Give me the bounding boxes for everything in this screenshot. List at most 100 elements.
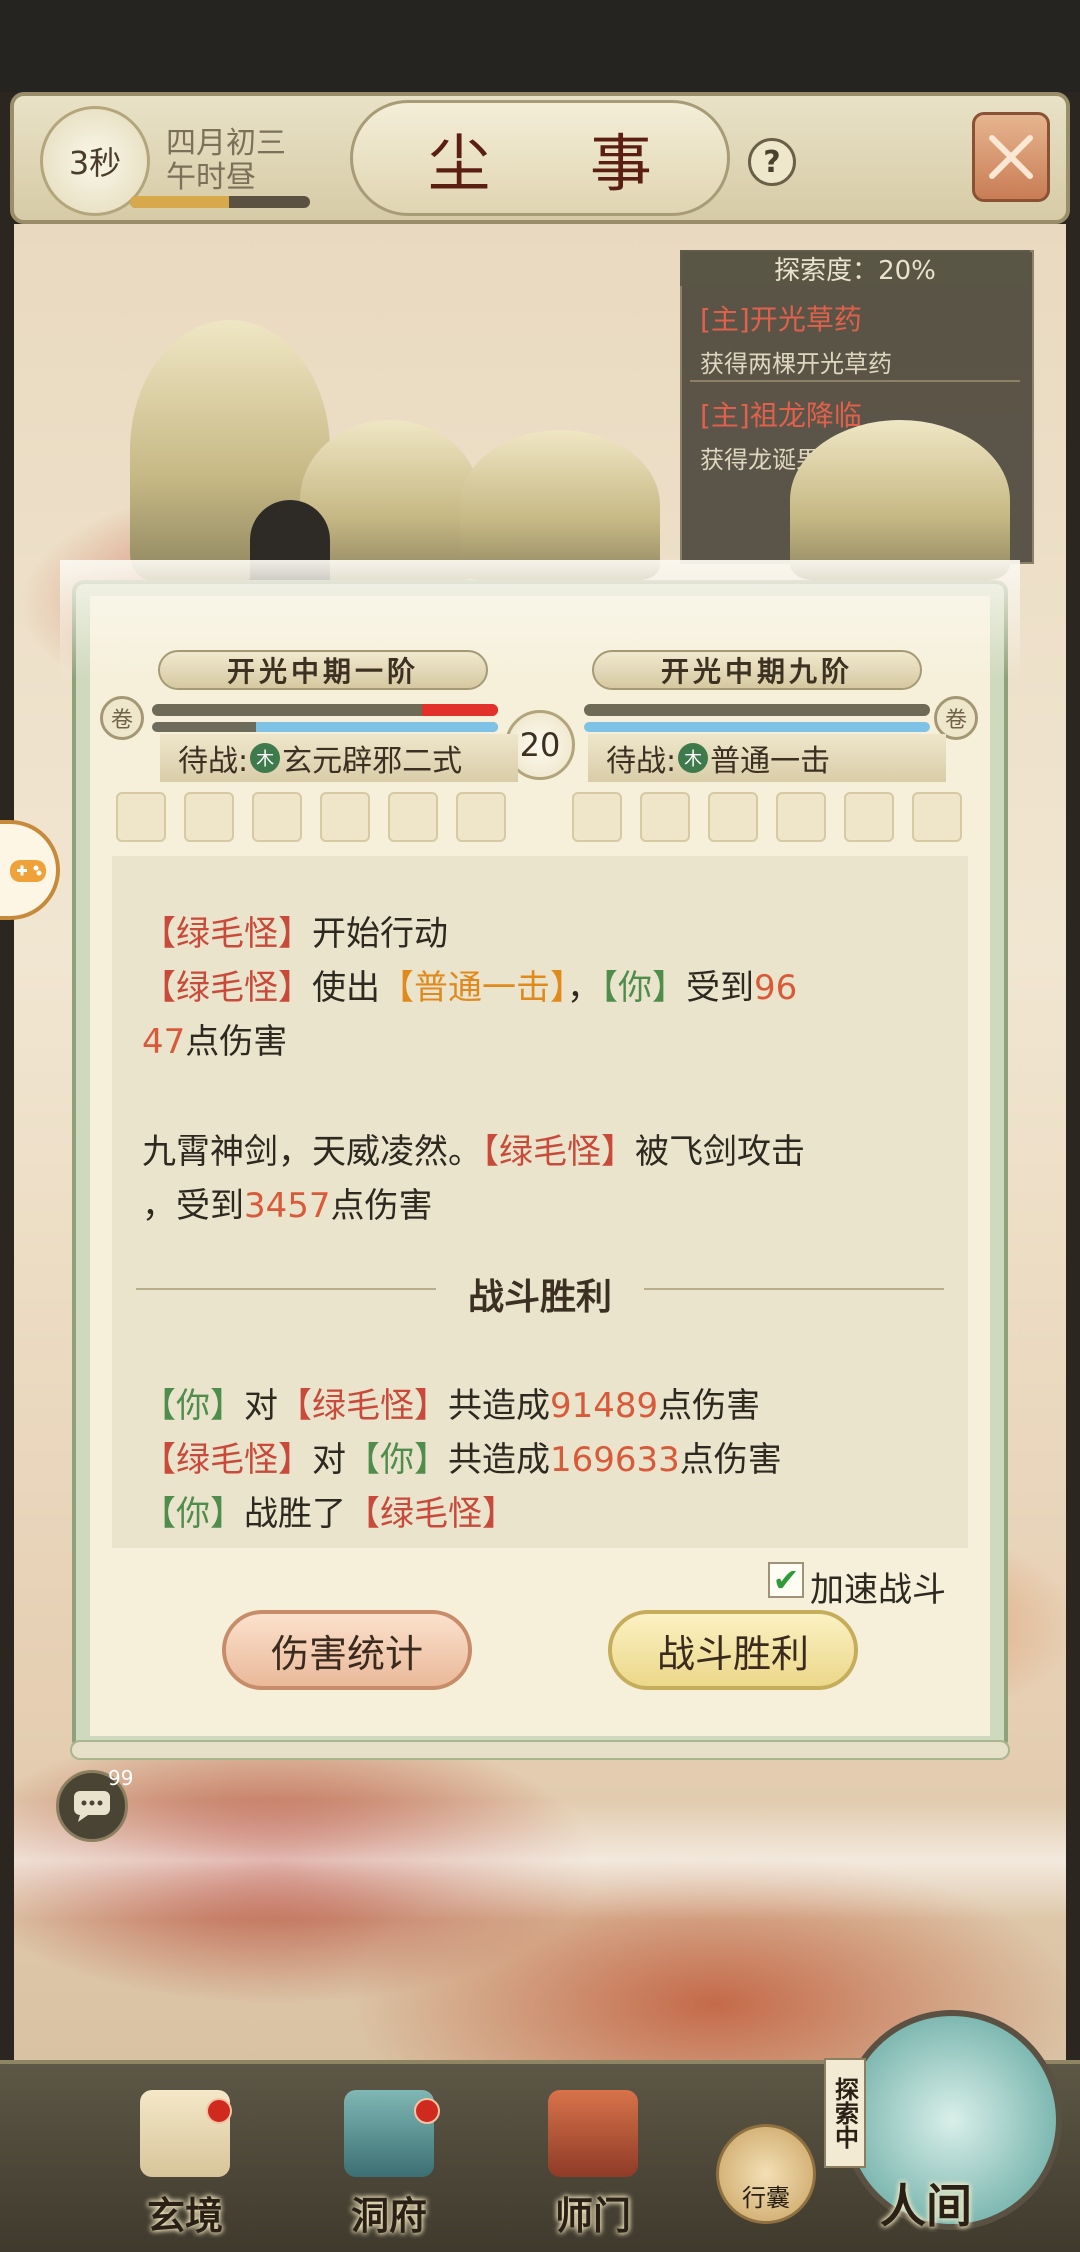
status-bar <box>0 0 1080 92</box>
exploration-progress[interactable]: 探索度：20% <box>680 250 1030 286</box>
gamepad-icon <box>10 860 46 882</box>
player-name: 【你】 <box>142 1386 244 1426</box>
mountain-decoration <box>460 430 660 580</box>
quest-title[interactable]: [主]祖龙降临 <box>700 394 862 434</box>
help-button[interactable]: ? <box>748 138 796 186</box>
log-text: 被飞剑攻击 <box>635 1132 805 1172</box>
wood-element-icon: 木 <box>678 743 709 773</box>
log-text: 点伤害 <box>185 1022 288 1062</box>
scroll-bottom-rod <box>70 1740 1010 1760</box>
summary-line: 【你】对【绿毛怪】共造成91489点伤害 <box>142 1378 760 1427</box>
log-line: 【绿毛怪】开始行动 <box>142 906 448 955</box>
log-text: 开始行动 <box>312 914 448 954</box>
skill-name: 玄元辟邪二式 <box>282 744 463 779</box>
player-name: 【你】 <box>346 1440 448 1480</box>
skill-name: 普通一击 <box>710 744 831 779</box>
enemy-rank: 开光中期九阶 <box>592 650 922 690</box>
notification-dot <box>414 2098 440 2124</box>
enemy-name: 【绿毛怪】 <box>482 1132 635 1172</box>
enemy-hp-bar <box>584 704 930 716</box>
log-text: 共造成 <box>448 1386 550 1426</box>
log-text: 战胜了 <box>244 1494 346 1534</box>
enemy-buff-slot[interactable] <box>572 792 622 842</box>
speed-battle-label[interactable]: 加速战斗 <box>810 1562 946 1611</box>
exploring-tag: 探索中 <box>824 2058 866 2168</box>
quest-title[interactable]: [主]开光草药 <box>700 298 862 338</box>
damage-number: 3457 <box>244 1186 331 1226</box>
damage-stats-button[interactable]: 伤害统计 <box>222 1610 472 1690</box>
log-line: ，受到3457点伤害 <box>142 1178 433 1227</box>
close-button[interactable] <box>972 112 1050 202</box>
chat-unread-count: 99 <box>108 1766 134 1790</box>
log-line: 【绿毛怪】使出【普通一击】，【你】受到96 <box>142 960 797 1009</box>
damage-number: 91489 <box>550 1386 659 1426</box>
player-buff-slot[interactable] <box>388 792 438 842</box>
check-icon: ✔ <box>772 1561 800 1599</box>
chat-icon <box>74 1791 110 1822</box>
enemy-buff-slot[interactable] <box>708 792 758 842</box>
player-rank: 开光中期一阶 <box>158 650 488 690</box>
divider <box>644 1288 944 1290</box>
damage-number: 169633 <box>550 1440 680 1480</box>
log-text: 对 <box>244 1386 278 1426</box>
player-buff-slot[interactable] <box>456 792 506 842</box>
log-text: 共造成 <box>448 1440 550 1480</box>
game-time-of-day: 午时昼 <box>166 160 256 195</box>
log-text: 受到 <box>686 968 754 1008</box>
victory-heading: 战斗胜利 <box>467 1277 612 1318</box>
damage-number: 96 <box>754 968 798 1008</box>
enemy-name: 【绿毛怪】 <box>142 1440 312 1480</box>
summary-line: 【绿毛怪】对【你】共造成169633点伤害 <box>142 1432 782 1481</box>
close-icon <box>989 135 1033 179</box>
nav-label: 师门 <box>554 2193 631 2238</box>
enemy-buff-slot[interactable] <box>640 792 690 842</box>
time-progress-bar <box>130 196 310 208</box>
summary-line: 【你】战胜了【绿毛怪】 <box>142 1486 516 1535</box>
player-buff-slot[interactable] <box>184 792 234 842</box>
waiting-label: 待战: <box>178 744 249 779</box>
enemy-mp-bar <box>584 722 930 732</box>
enemy-name: 【绿毛怪】 <box>142 968 312 1008</box>
nav-label: 玄境 <box>146 2193 223 2238</box>
player-buff-slot[interactable] <box>116 792 166 842</box>
bag-button[interactable]: 行囊 <box>716 2124 816 2224</box>
damage-number: 47 <box>142 1022 186 1062</box>
player-buff-slot[interactable] <box>320 792 370 842</box>
log-line: 47点伤害 <box>142 1014 287 1063</box>
nav-item-shimen[interactable]: 师门 <box>528 2090 658 2240</box>
enemy-name: 【绿毛怪】 <box>278 1386 448 1426</box>
player-avatar-icon[interactable]: 卷 <box>100 696 144 740</box>
bag-label: 行囊 <box>742 2184 790 2212</box>
enemy-next-skill: 待战: 木普通一击 <box>588 734 946 782</box>
player-mp-bar <box>152 722 498 732</box>
quest-description: 获得两棵开光草药 <box>700 350 892 378</box>
log-text: 对 <box>312 1440 346 1480</box>
enemy-buff-slot[interactable] <box>844 792 894 842</box>
page-title: 尘 事 <box>350 100 730 216</box>
player-next-skill: 待战: 木玄元辟邪二式 <box>160 734 518 782</box>
notification-dot <box>206 2098 232 2124</box>
enemy-buff-slot[interactable] <box>776 792 826 842</box>
speed-battle-checkbox[interactable]: ✔ <box>768 1561 804 1599</box>
victory-button[interactable]: 战斗胜利 <box>608 1610 858 1690</box>
enemy-name: 【绿毛怪】 <box>142 914 312 954</box>
mist-decoration <box>14 1800 1066 1920</box>
player-name: 【你】 <box>601 968 686 1008</box>
divider <box>136 1288 436 1290</box>
log-text: 九霄神剑，天威凌然。 <box>142 1132 482 1172</box>
world-label[interactable]: 人间 <box>880 2170 972 2236</box>
log-text: 使出 <box>312 968 380 1008</box>
banner-icon <box>548 2090 638 2177</box>
wood-element-icon: 木 <box>250 743 281 773</box>
nav-label: 洞府 <box>350 2193 427 2238</box>
enemy-buff-slot[interactable] <box>912 792 962 842</box>
quest-divider <box>690 380 1020 382</box>
skill-name: 【普通一击】 <box>380 968 567 1008</box>
log-text: ， <box>567 968 601 1008</box>
enemy-name: 【绿毛怪】 <box>346 1494 516 1534</box>
log-text: 点伤害 <box>330 1186 433 1226</box>
player-buff-slot[interactable] <box>252 792 302 842</box>
log-line: 九霄神剑，天威凌然。【绿毛怪】被飞剑攻击 <box>142 1124 805 1173</box>
player-hp-bar <box>152 704 498 716</box>
waiting-label: 待战: <box>606 744 677 779</box>
